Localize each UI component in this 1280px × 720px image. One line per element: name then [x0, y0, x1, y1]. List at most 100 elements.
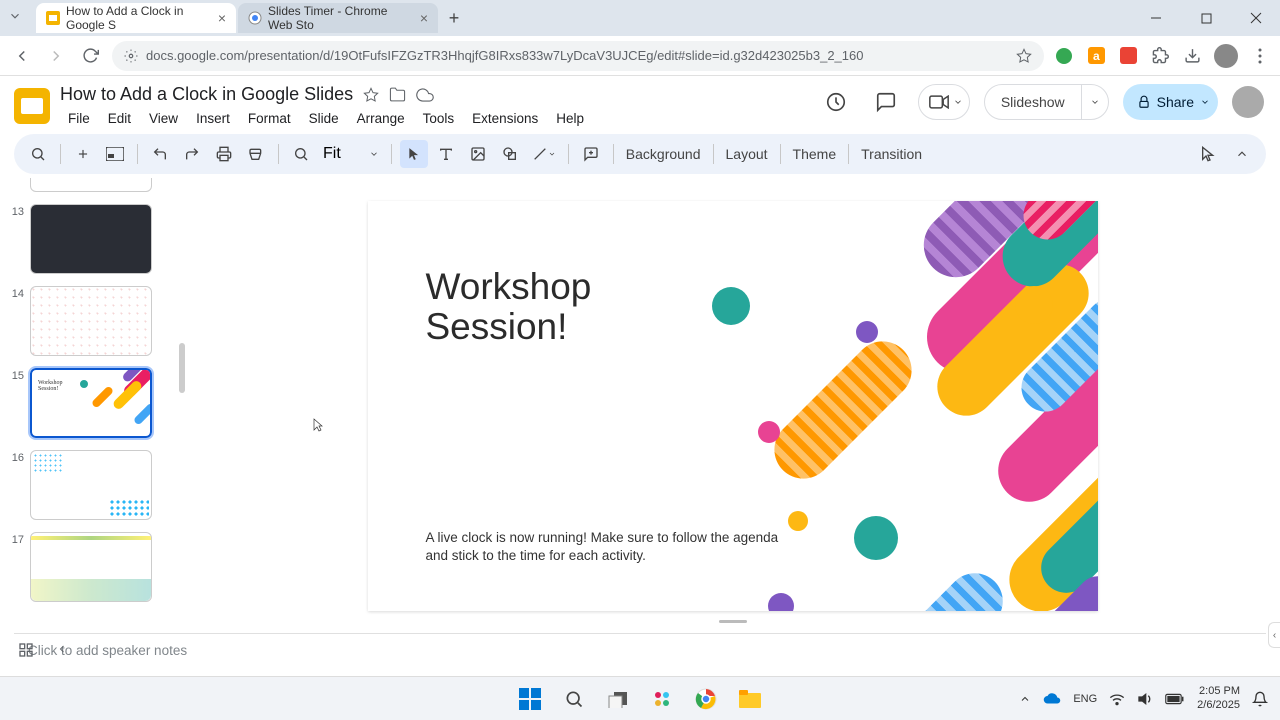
close-icon[interactable]: × — [420, 10, 428, 26]
maximize-icon[interactable] — [1190, 4, 1222, 32]
image-tool-icon[interactable] — [464, 140, 492, 168]
notifications-icon[interactable] — [1252, 691, 1268, 707]
slide-thumbnail-selected[interactable]: WorkshopSession! — [30, 368, 152, 438]
chrome-menu-icon[interactable] — [1250, 46, 1270, 66]
slide-thumbnail[interactable] — [30, 286, 152, 356]
transition-button[interactable]: Transition — [857, 146, 926, 162]
decorative-shape — [861, 561, 1014, 610]
battery-icon[interactable] — [1165, 693, 1185, 705]
slide-thumbnail[interactable] — [30, 204, 152, 274]
menu-view[interactable]: View — [141, 107, 186, 130]
menu-extensions[interactable]: Extensions — [464, 107, 546, 130]
background-button[interactable]: Background — [622, 146, 705, 162]
slide-canvas[interactable]: Workshop Session! A live clock is now ru… — [368, 201, 1098, 611]
close-icon[interactable]: × — [218, 10, 226, 26]
cursor-icon — [313, 418, 323, 430]
hide-menus-icon[interactable] — [1228, 140, 1256, 168]
zoom-icon[interactable] — [287, 140, 315, 168]
line-tool-icon[interactable] — [528, 140, 560, 168]
menu-file[interactable]: File — [60, 107, 98, 130]
chrome-icon[interactable] — [688, 681, 724, 717]
layout-button[interactable]: Layout — [722, 146, 772, 162]
browser-tab-inactive[interactable]: Slides Timer - Chrome Web Sto × — [238, 3, 438, 33]
slide-title[interactable]: Workshop Session! — [426, 267, 592, 348]
account-avatar[interactable] — [1232, 86, 1264, 118]
clock[interactable]: 2:05 PM 2/6/2025 — [1197, 685, 1240, 711]
select-tool-icon[interactable] — [400, 140, 428, 168]
extensions-puzzle-icon[interactable] — [1150, 46, 1170, 66]
redo-icon[interactable] — [178, 140, 206, 168]
extension-icon[interactable] — [1054, 46, 1074, 66]
shape-tool-icon[interactable] — [496, 140, 524, 168]
new-slide-layout-icon[interactable] — [101, 140, 129, 168]
volume-icon[interactable] — [1137, 692, 1153, 706]
bookmark-star-icon[interactable] — [1016, 48, 1032, 64]
meet-button[interactable] — [918, 84, 970, 120]
theme-button[interactable]: Theme — [789, 146, 841, 162]
explore-tab[interactable]: ‹ — [1268, 622, 1280, 648]
canvas-area[interactable]: Workshop Session! A live clock is now ru… — [185, 178, 1280, 633]
new-slide-icon[interactable] — [69, 140, 97, 168]
extension-icon[interactable] — [1118, 46, 1138, 66]
wifi-icon[interactable] — [1109, 692, 1125, 706]
cloud-status-icon[interactable] — [416, 86, 434, 104]
document-title[interactable]: How to Add a Clock in Google Slides — [60, 84, 353, 105]
menu-help[interactable]: Help — [548, 107, 592, 130]
slack-icon[interactable] — [644, 681, 680, 717]
minimize-icon[interactable] — [1140, 4, 1172, 32]
slide-thumbnail[interactable] — [30, 450, 152, 520]
search-menus-icon[interactable] — [24, 140, 52, 168]
grid-view-icon[interactable] — [18, 642, 34, 658]
slide-thumbnail[interactable] — [30, 178, 152, 192]
print-icon[interactable] — [210, 140, 238, 168]
extension-icon[interactable]: a — [1086, 46, 1106, 66]
reload-icon[interactable] — [78, 44, 102, 68]
search-icon[interactable] — [556, 681, 592, 717]
slideshow-button[interactable]: Slideshow — [985, 85, 1081, 119]
url-input[interactable]: docs.google.com/presentation/d/19OtFufsI… — [112, 41, 1044, 71]
onedrive-icon[interactable] — [1043, 693, 1061, 705]
menu-tools[interactable]: Tools — [415, 107, 463, 130]
history-icon[interactable] — [818, 84, 854, 120]
start-icon[interactable] — [512, 681, 548, 717]
file-explorer-icon[interactable] — [732, 681, 768, 717]
slides-logo-icon[interactable] — [14, 88, 50, 124]
back-icon[interactable] — [10, 44, 34, 68]
share-button[interactable]: Share — [1123, 84, 1218, 120]
menu-format[interactable]: Format — [240, 107, 299, 130]
forward-icon[interactable] — [44, 44, 68, 68]
downloads-icon[interactable] — [1182, 46, 1202, 66]
slideshow-label: Slideshow — [1001, 94, 1065, 110]
new-tab-button[interactable]: + — [440, 4, 468, 32]
filmstrip[interactable]: 13 14 15 WorkshopSession! 16 — [0, 178, 185, 633]
zoom-select[interactable]: Fit — [319, 145, 383, 163]
undo-icon[interactable] — [146, 140, 174, 168]
star-icon[interactable] — [363, 87, 379, 103]
comment-tool-icon[interactable] — [577, 140, 605, 168]
slide-body-text[interactable]: A live clock is now running! Make sure t… — [426, 529, 796, 565]
speaker-notes[interactable]: Click to add speaker notes — [14, 633, 1266, 667]
move-folder-icon[interactable] — [389, 86, 406, 103]
tray-chevron-icon[interactable] — [1019, 693, 1031, 705]
slide-thumbnail[interactable] — [30, 532, 152, 602]
menu-insert[interactable]: Insert — [188, 107, 238, 130]
language-indicator[interactable]: ENG — [1073, 693, 1097, 705]
pointer-mode-icon[interactable] — [1194, 140, 1222, 168]
site-info-icon[interactable] — [124, 49, 138, 63]
decorative-shape — [788, 511, 808, 531]
menu-slide[interactable]: Slide — [301, 107, 347, 130]
clock-time: 2:05 PM — [1197, 685, 1240, 698]
task-view-icon[interactable] — [600, 681, 636, 717]
menu-arrange[interactable]: Arrange — [349, 107, 413, 130]
notes-resize-handle[interactable] — [719, 620, 747, 623]
slideshow-dropdown[interactable] — [1081, 85, 1108, 119]
collapse-filmstrip-icon[interactable] — [56, 642, 68, 658]
profile-avatar[interactable] — [1214, 44, 1238, 68]
tab-search-icon[interactable] — [8, 9, 26, 27]
close-window-icon[interactable] — [1240, 4, 1272, 32]
paint-format-icon[interactable] — [242, 140, 270, 168]
comments-icon[interactable] — [868, 84, 904, 120]
browser-tab-active[interactable]: How to Add a Clock in Google S × — [36, 3, 236, 33]
menu-edit[interactable]: Edit — [100, 107, 139, 130]
textbox-tool-icon[interactable] — [432, 140, 460, 168]
